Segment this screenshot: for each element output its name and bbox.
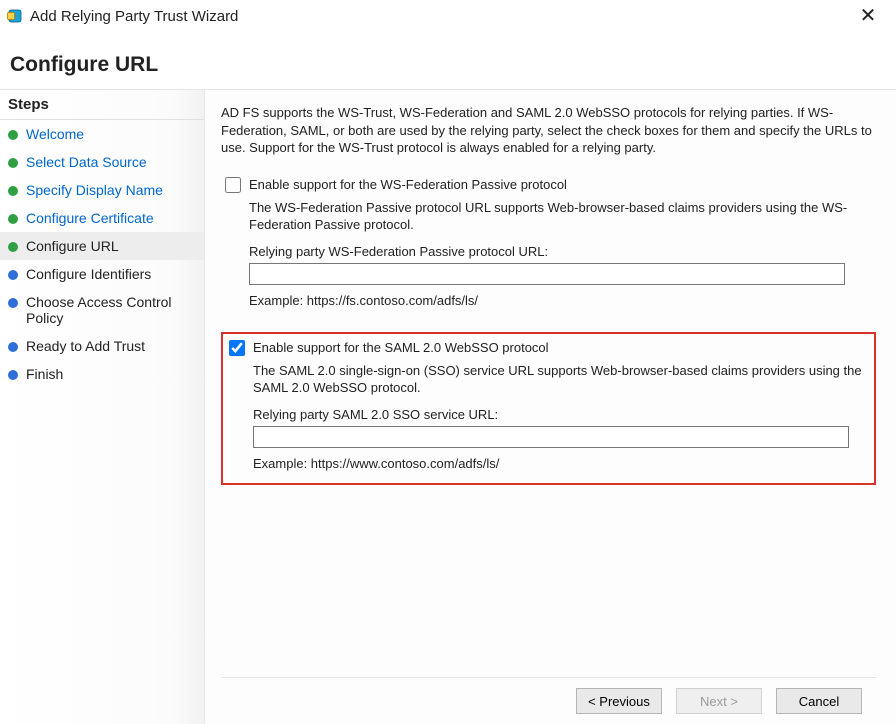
- cancel-button[interactable]: Cancel: [776, 688, 862, 714]
- saml-url-label: Relying party SAML 2.0 SSO service URL:: [253, 407, 868, 422]
- step-bullet-icon: [8, 342, 18, 352]
- step-label[interactable]: Welcome: [26, 126, 84, 142]
- step-label: Finish: [26, 366, 63, 382]
- wizard-body: Steps Welcome Select Data Source Specify…: [0, 89, 896, 724]
- step-finish[interactable]: Finish: [0, 360, 204, 388]
- next-button[interactable]: Next >: [676, 688, 762, 714]
- step-ready-to-add-trust[interactable]: Ready to Add Trust: [0, 332, 204, 360]
- wsfed-checkbox-label: Enable support for the WS-Federation Pas…: [249, 177, 567, 192]
- close-button[interactable]: ✕: [848, 6, 888, 26]
- step-label: Ready to Add Trust: [26, 338, 145, 354]
- step-label: Configure Identifiers: [26, 266, 151, 282]
- step-label[interactable]: Select Data Source: [26, 154, 147, 170]
- previous-button[interactable]: < Previous: [576, 688, 662, 714]
- saml-enable-checkbox[interactable]: [229, 340, 245, 356]
- step-specify-display-name[interactable]: Specify Display Name: [0, 176, 204, 204]
- wizard-window: Add Relying Party Trust Wizard ✕ Configu…: [0, 0, 896, 724]
- step-label[interactable]: Configure Certificate: [26, 210, 154, 226]
- intro-text: AD FS supports the WS-Trust, WS-Federati…: [221, 104, 876, 157]
- step-bullet-icon: [8, 130, 18, 140]
- app-icon: [6, 7, 24, 25]
- wsfed-example: Example: https://fs.contoso.com/adfs/ls/: [249, 293, 872, 308]
- wsfed-description: The WS-Federation Passive protocol URL s…: [249, 199, 872, 234]
- wsfed-url-label: Relying party WS-Federation Passive prot…: [249, 244, 872, 259]
- button-bar: < Previous Next > Cancel: [221, 677, 876, 724]
- step-label: Choose Access Control Policy: [26, 294, 196, 326]
- step-bullet-icon: [8, 370, 18, 380]
- saml-section: Enable support for the SAML 2.0 WebSSO p…: [221, 332, 876, 485]
- step-label[interactable]: Specify Display Name: [26, 182, 163, 198]
- saml-example: Example: https://www.contoso.com/adfs/ls…: [253, 456, 868, 471]
- step-bullet-icon: [8, 242, 18, 252]
- step-choose-access-control-policy[interactable]: Choose Access Control Policy: [0, 288, 204, 332]
- wsfed-url-input[interactable]: [249, 263, 845, 285]
- main-panel: AD FS supports the WS-Trust, WS-Federati…: [205, 90, 896, 724]
- step-bullet-icon: [8, 158, 18, 168]
- wsfed-section: Enable support for the WS-Federation Pas…: [221, 173, 876, 322]
- wsfed-enable-checkbox[interactable]: [225, 177, 241, 193]
- saml-checkbox-label: Enable support for the SAML 2.0 WebSSO p…: [253, 340, 549, 355]
- step-bullet-icon: [8, 186, 18, 196]
- step-configure-url[interactable]: Configure URL: [0, 232, 204, 260]
- titlebar: Add Relying Party Trust Wizard ✕: [0, 0, 896, 33]
- step-bullet-icon: [8, 270, 18, 280]
- step-select-data-source[interactable]: Select Data Source: [0, 148, 204, 176]
- step-bullet-icon: [8, 214, 18, 224]
- saml-description: The SAML 2.0 single-sign-on (SSO) servic…: [253, 362, 868, 397]
- step-configure-identifiers[interactable]: Configure Identifiers: [0, 260, 204, 288]
- step-configure-certificate[interactable]: Configure Certificate: [0, 204, 204, 232]
- spacer: [221, 495, 876, 677]
- steps-title: Steps: [0, 90, 204, 120]
- steps-sidebar: Steps Welcome Select Data Source Specify…: [0, 90, 205, 724]
- saml-url-input[interactable]: [253, 426, 849, 448]
- step-welcome[interactable]: Welcome: [0, 120, 204, 148]
- page-heading: Configure URL: [0, 33, 896, 89]
- step-label: Configure URL: [26, 238, 119, 254]
- window-title: Add Relying Party Trust Wizard: [30, 8, 848, 25]
- step-bullet-icon: [8, 298, 18, 308]
